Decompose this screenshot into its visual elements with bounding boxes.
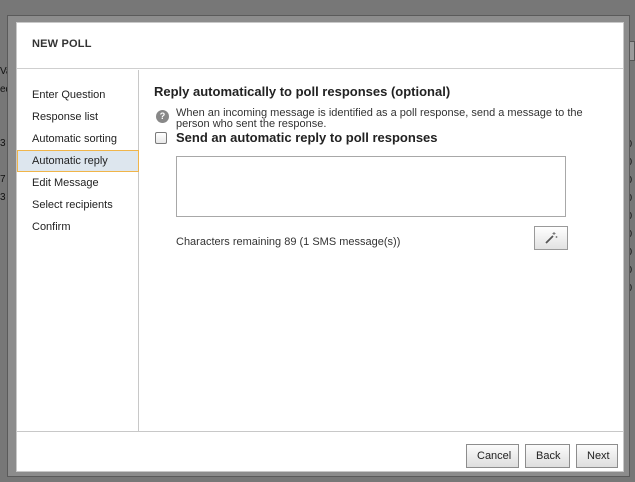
question-mark-icon: ? (156, 110, 169, 123)
nav-item-edit-message[interactable]: Edit Message (17, 172, 138, 194)
help-text: When an incoming message is identified a… (176, 107, 583, 130)
reply-message-input[interactable] (176, 156, 566, 217)
auto-reply-checkbox-label[interactable]: Send an automatic reply to poll response… (176, 130, 438, 145)
nav-item-response-list[interactable]: Response list (17, 106, 138, 128)
nav-item-automatic-reply[interactable]: Automatic reply (17, 150, 139, 172)
auto-reply-checkbox[interactable] (155, 132, 167, 144)
magic-wand-icon (545, 232, 558, 244)
nav-item-enter-question[interactable]: Enter Question (17, 84, 138, 106)
dialog-footer: Cancel Back Next (17, 431, 623, 472)
background-text: 7 (0, 174, 6, 185)
wizard-nav: Enter Question Response list Automatic s… (17, 70, 139, 431)
back-button[interactable]: Back (525, 444, 570, 468)
next-button[interactable]: Next (576, 444, 618, 468)
new-poll-dialog: NEW POLL Enter Question Response list Au… (7, 15, 630, 477)
step-content: Reply automatically to poll responses (o… (154, 70, 603, 431)
dialog-title: NEW POLL (32, 38, 92, 50)
background-text: 3 (0, 192, 6, 203)
magic-wand-button[interactable] (534, 226, 568, 250)
nav-item-select-recipients[interactable]: Select recipients (17, 194, 138, 216)
nav-item-automatic-sorting[interactable]: Automatic sorting (17, 128, 138, 150)
cancel-button[interactable]: Cancel (466, 444, 519, 468)
dialog-panel: NEW POLL Enter Question Response list Au… (16, 22, 624, 472)
characters-remaining: Characters remaining 89 (1 SMS message(s… (176, 236, 401, 248)
background-text: 3 (0, 138, 6, 149)
nav-item-confirm[interactable]: Confirm (17, 216, 138, 238)
section-title: Reply automatically to poll responses (o… (154, 84, 451, 99)
dialog-header: NEW POLL (17, 23, 623, 69)
